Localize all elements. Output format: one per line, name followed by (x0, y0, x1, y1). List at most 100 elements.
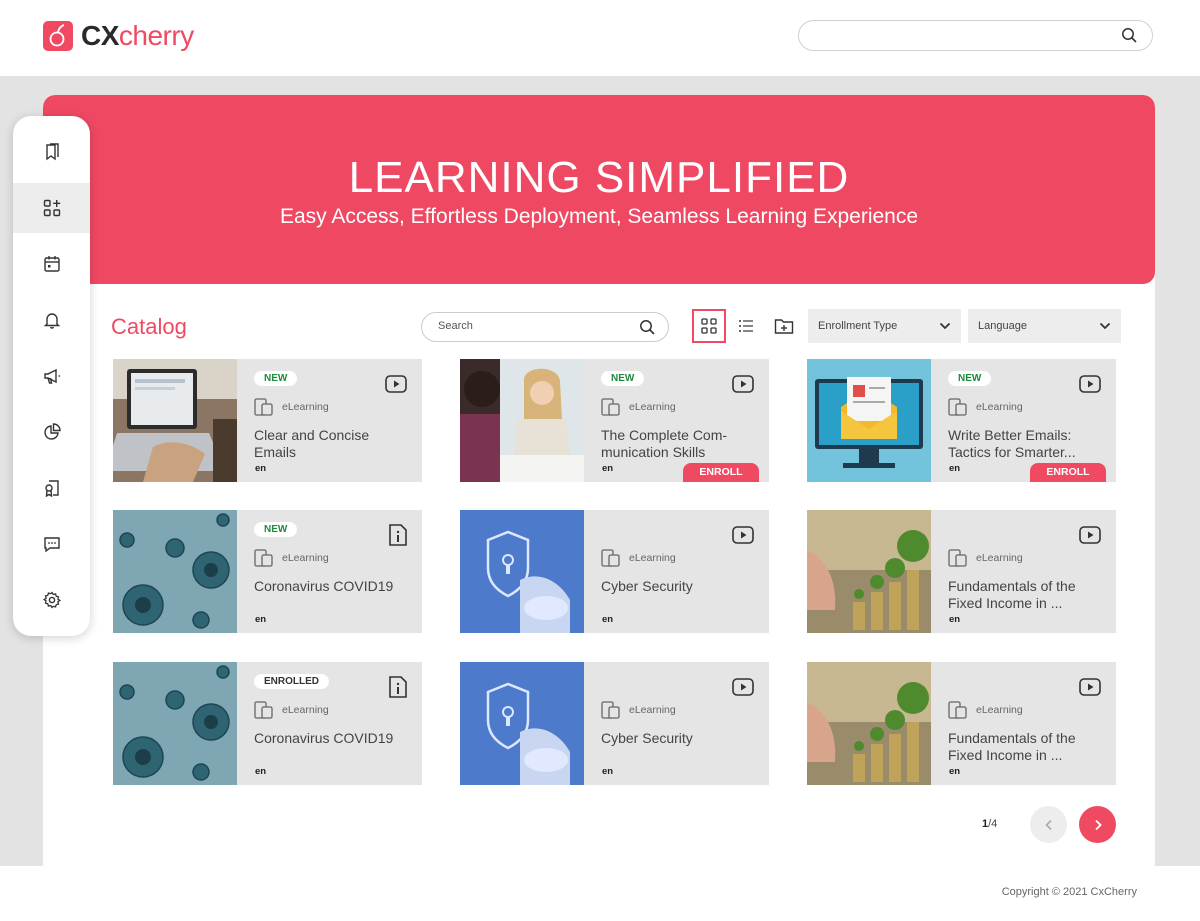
search-icon[interactable] (639, 319, 656, 341)
course-title[interactable]: Fundamentals of the Fixed Income in ... (948, 578, 1103, 611)
catalog-search-input[interactable] (438, 320, 628, 332)
gear-icon (42, 591, 61, 609)
status-badge: ENROLLED (254, 674, 329, 689)
sidebar-item-certificates[interactable] (13, 463, 90, 513)
language-code: en (255, 463, 267, 474)
video-icon[interactable] (732, 678, 754, 701)
language-select[interactable]: Language (968, 309, 1121, 343)
course-title[interactable]: Clear and Concise Emails (254, 427, 409, 460)
course-card[interactable]: NEW eLearning Clear and Concise Emails en (113, 359, 422, 482)
course-type: eLearning (976, 704, 1023, 716)
hero-banner: LEARNING SIMPLIFIED Easy Access, Effortl… (43, 95, 1155, 284)
course-thumbnail[interactable] (460, 359, 584, 482)
video-icon[interactable] (385, 375, 407, 398)
language-code: en (255, 614, 267, 625)
course-type: eLearning (629, 704, 676, 716)
catalog-title: Catalog (111, 314, 187, 339)
course-thumbnail[interactable] (807, 359, 931, 482)
video-icon[interactable] (1079, 375, 1101, 398)
course-thumbnail[interactable] (113, 359, 237, 482)
device-icon (948, 549, 968, 572)
sidebar-item-settings[interactable] (13, 575, 90, 625)
bell-icon (43, 313, 60, 329)
page-indicator: 1/4 (982, 818, 998, 830)
course-card[interactable]: eLearning Cyber Security en (460, 662, 769, 785)
grid-view-button[interactable] (692, 309, 726, 343)
course-thumbnail[interactable] (460, 510, 584, 633)
course-card[interactable]: eLearning Fundamentals of the Fixed Incom… (807, 662, 1116, 785)
course-thumbnail[interactable] (460, 662, 584, 785)
list-view-icon (739, 320, 753, 332)
folder-plus-icon (774, 319, 794, 334)
course-title[interactable]: Cyber Security (601, 730, 756, 747)
info-doc-icon[interactable] (388, 676, 408, 703)
language-code: en (949, 614, 961, 625)
status-badge: NEW (948, 371, 992, 386)
global-search-input[interactable] (798, 20, 1153, 51)
video-icon[interactable] (732, 526, 754, 549)
sidebar-item-messages[interactable] (13, 519, 90, 569)
search-icon[interactable] (1121, 27, 1138, 49)
sidebar-item-catalog[interactable] (13, 183, 90, 233)
course-type: eLearning (629, 401, 676, 413)
catalog-search-field[interactable] (421, 312, 669, 342)
course-title[interactable]: Fundamentals of the Fixed Income in ... (948, 730, 1103, 763)
course-card[interactable]: ENROLLED eLearning Coronavirus COVID19 en (113, 662, 422, 785)
list-view-button[interactable] (729, 309, 763, 343)
course-title[interactable]: Write Better Emails: Tactics for Smarter… (948, 427, 1103, 460)
copyright-text: Copyright © 2021 CxCherry (1001, 886, 1137, 898)
course-thumbnail[interactable] (807, 510, 931, 633)
course-thumbnail[interactable] (113, 662, 237, 785)
course-type: eLearning (976, 552, 1023, 564)
video-icon[interactable] (732, 375, 754, 398)
video-icon[interactable] (1079, 678, 1101, 701)
course-type: eLearning (282, 401, 329, 413)
course-type: eLearning (282, 704, 329, 716)
status-badge: NEW (254, 371, 298, 386)
chevron-down-icon (1099, 322, 1111, 330)
info-doc-icon[interactable] (388, 524, 408, 551)
course-card[interactable]: eLearning Fundamentals of the Fixed Incom… (807, 510, 1116, 633)
course-thumbnail[interactable] (113, 510, 237, 633)
course-thumbnail[interactable] (807, 662, 931, 785)
sidebar-item-calendar[interactable] (13, 239, 90, 289)
enrollment-type-select[interactable]: Enrollment Type (808, 309, 961, 343)
enroll-button[interactable]: ENROLL (1030, 463, 1106, 482)
course-title[interactable]: Coronavirus COVID19 (254, 730, 409, 747)
add-folder-button[interactable] (767, 309, 801, 343)
logo[interactable]: CXcherry (43, 20, 194, 52)
chevron-right-icon (1094, 819, 1102, 830)
video-icon[interactable] (1079, 526, 1101, 549)
enroll-button[interactable]: ENROLL (683, 463, 759, 482)
certificate-icon (44, 480, 59, 497)
course-type: eLearning (282, 552, 329, 564)
course-title[interactable]: The Complete Com-munication Skills (601, 427, 756, 460)
status-badge: NEW (601, 371, 645, 386)
sidebar-item-reports[interactable] (13, 407, 90, 457)
device-icon (601, 701, 621, 724)
enrollment-type-label: Enrollment Type (818, 320, 898, 332)
previous-page-button[interactable] (1030, 806, 1067, 843)
sidebar-item-announcements[interactable] (13, 351, 90, 401)
sidebar-item-bookmarks[interactable] (13, 127, 90, 177)
hero-subtitle: Easy Access, Effortless Deployment, Seam… (279, 205, 919, 228)
sidebar-item-notifications[interactable] (13, 295, 90, 345)
language-code: en (949, 766, 961, 777)
next-page-button[interactable] (1079, 806, 1116, 843)
language-code: en (255, 766, 267, 777)
course-card[interactable]: NEW eLearning The Complete Com-munication … (460, 359, 769, 482)
footer: Copyright © 2021 CxCherry (0, 866, 1200, 921)
language-label: Language (978, 320, 1027, 332)
calendar-icon (43, 256, 60, 272)
course-card[interactable]: NEW eLearning Coronavirus COVID19 en (113, 510, 422, 633)
chevron-down-icon (939, 322, 951, 330)
course-card[interactable]: NEW eLearning Write Better Emails: Tactics… (807, 359, 1116, 482)
status-badge: NEW (254, 522, 298, 537)
course-title[interactable]: Coronavirus COVID19 (254, 578, 409, 595)
course-card[interactable]: eLearning Cyber Security en (460, 510, 769, 633)
device-icon (601, 398, 621, 421)
language-code: en (602, 766, 614, 777)
device-icon (254, 398, 274, 421)
main-panel: LEARNING SIMPLIFIED Easy Access, Effortl… (43, 95, 1155, 875)
course-title[interactable]: Cyber Security (601, 578, 756, 595)
